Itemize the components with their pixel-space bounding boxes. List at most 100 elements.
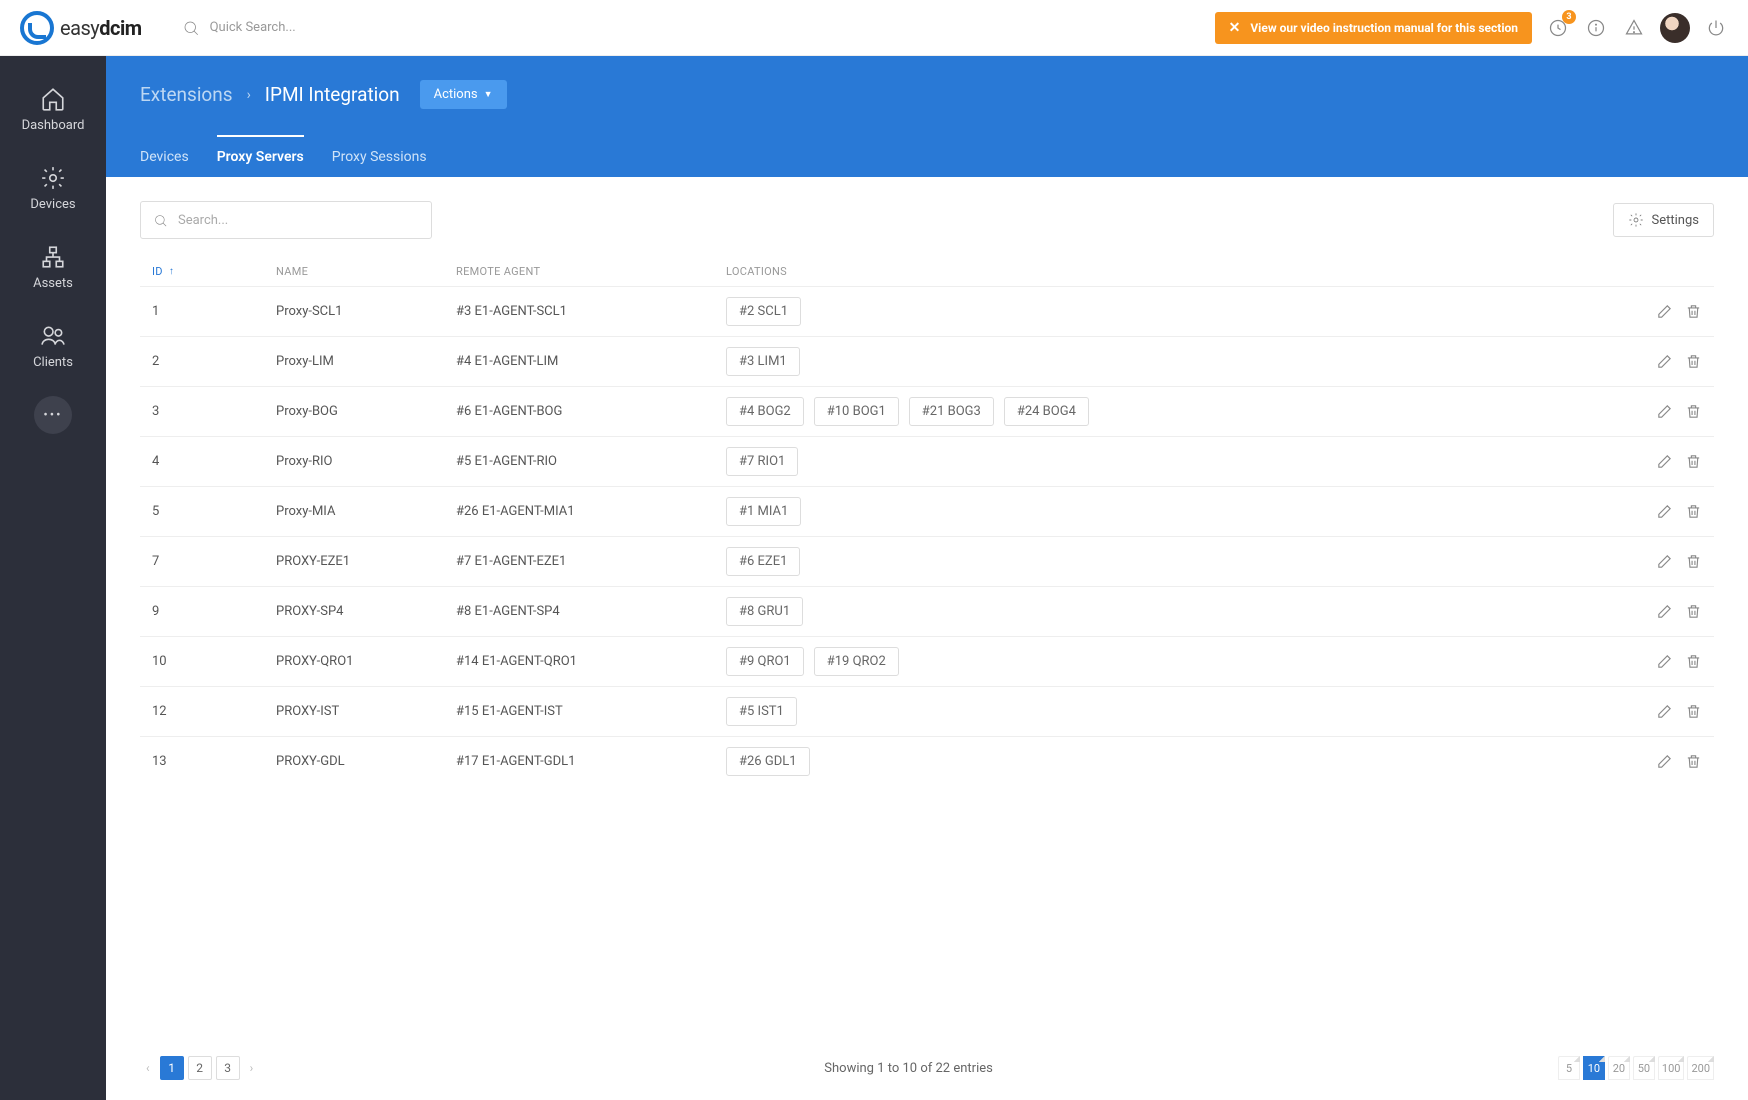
tab-proxy-sessions[interactable]: Proxy Sessions — [332, 135, 427, 177]
tab-proxy-servers[interactable]: Proxy Servers — [217, 135, 304, 177]
location-tag[interactable]: #1 MIA1 — [726, 497, 801, 526]
edit-icon[interactable] — [1656, 653, 1673, 670]
edit-icon[interactable] — [1656, 753, 1673, 770]
edit-icon[interactable] — [1656, 703, 1673, 720]
search-placeholder: Search... — [178, 213, 228, 228]
page-size-button[interactable]: 50 — [1633, 1056, 1655, 1080]
breadcrumb-extensions[interactable]: Extensions — [140, 83, 233, 106]
content: Search... Settings ID ↑ NAME REMOTE AGEN… — [106, 177, 1748, 1100]
page-header: Extensions › IPMI Integration Actions ▼ … — [106, 56, 1748, 177]
location-tag[interactable]: #21 BOG3 — [909, 397, 994, 426]
search-icon — [153, 213, 168, 228]
table-row[interactable]: 12 PROXY-IST #15 E1-AGENT-IST #5 IST1 — [140, 686, 1714, 736]
delete-icon[interactable] — [1685, 753, 1702, 770]
sidebar-item-label: Dashboard — [22, 118, 85, 133]
delete-icon[interactable] — [1685, 553, 1702, 570]
sidebar-item-label: Clients — [33, 355, 73, 370]
avatar[interactable] — [1660, 13, 1690, 43]
edit-icon[interactable] — [1656, 353, 1673, 370]
table-row[interactable]: 7 PROXY-EZE1 #7 E1-AGENT-EZE1 #6 EZE1 — [140, 536, 1714, 586]
delete-icon[interactable] — [1685, 453, 1702, 470]
delete-icon[interactable] — [1685, 403, 1702, 420]
location-tag[interactable]: #7 RIO1 — [726, 447, 798, 476]
delete-icon[interactable] — [1685, 503, 1702, 520]
notification-badge: 3 — [1562, 10, 1576, 24]
location-tag[interactable]: #8 GRU1 — [726, 597, 803, 626]
page-size-button[interactable]: 5 — [1558, 1056, 1580, 1080]
page-next[interactable]: › — [244, 1061, 260, 1075]
page-button[interactable]: 2 — [188, 1056, 212, 1080]
warning-icon[interactable] — [1622, 16, 1646, 40]
table-row[interactable]: 2 Proxy-LIM #4 E1-AGENT-LIM #3 LIM1 — [140, 336, 1714, 386]
table-row[interactable]: 5 Proxy-MIA #26 E1-AGENT-MIA1 #1 MIA1 — [140, 486, 1714, 536]
col-header-name[interactable]: NAME — [276, 265, 456, 278]
close-icon[interactable]: ✕ — [1229, 20, 1241, 36]
edit-icon[interactable] — [1656, 303, 1673, 320]
location-tag[interactable]: #6 EZE1 — [726, 547, 800, 576]
edit-icon[interactable] — [1656, 453, 1673, 470]
page-button[interactable]: 1 — [160, 1056, 184, 1080]
topbar: easydcim Quick Search... ✕ View our vide… — [0, 0, 1748, 56]
page-prev[interactable]: ‹ — [140, 1061, 156, 1075]
search-icon — [182, 19, 200, 37]
sidebar-item-clients[interactable]: Clients — [0, 309, 106, 384]
sidebar-item-devices[interactable]: Devices — [0, 151, 106, 226]
table-row[interactable]: 13 PROXY-GDL #17 E1-AGENT-GDL1 #26 GDL1 — [140, 736, 1714, 786]
sort-asc-icon: ↑ — [169, 266, 174, 277]
search-input[interactable]: Search... — [140, 201, 432, 239]
page-size-button[interactable]: 10 — [1583, 1056, 1605, 1080]
location-tag[interactable]: #19 QRO2 — [814, 647, 899, 676]
chevron-right-icon: › — [247, 87, 251, 103]
settings-button[interactable]: Settings — [1613, 203, 1714, 237]
info-icon[interactable] — [1584, 16, 1608, 40]
col-header-locations[interactable]: LOCATIONS — [726, 265, 1622, 278]
delete-icon[interactable] — [1685, 653, 1702, 670]
edit-icon[interactable] — [1656, 553, 1673, 570]
page-button[interactable]: 3 — [216, 1056, 240, 1080]
location-tag[interactable]: #26 GDL1 — [726, 747, 810, 776]
more-button[interactable]: ••• — [34, 396, 72, 434]
table-row[interactable]: 1 Proxy-SCL1 #3 E1-AGENT-SCL1 #2 SCL1 — [140, 286, 1714, 336]
delete-icon[interactable] — [1685, 303, 1702, 320]
page-size-button[interactable]: 20 — [1608, 1056, 1630, 1080]
table-row[interactable]: 3 Proxy-BOG #6 E1-AGENT-BOG #4 BOG2#10 B… — [140, 386, 1714, 436]
table-footer: ‹ 123 › Showing 1 to 10 of 22 entries 51… — [140, 1056, 1714, 1080]
gear-icon — [1628, 212, 1644, 228]
pagination: ‹ 123 › — [140, 1056, 259, 1080]
col-header-agent[interactable]: REMOTE AGENT — [456, 265, 726, 278]
location-tag[interactable]: #2 SCL1 — [726, 297, 801, 326]
location-tag[interactable]: #3 LIM1 — [726, 347, 800, 376]
power-icon[interactable] — [1704, 16, 1728, 40]
edit-icon[interactable] — [1656, 403, 1673, 420]
logo-mark-icon — [20, 11, 54, 45]
location-tag[interactable]: #10 BOG1 — [814, 397, 899, 426]
edit-icon[interactable] — [1656, 603, 1673, 620]
sidebar-item-dashboard[interactable]: Dashboard — [0, 72, 106, 147]
delete-icon[interactable] — [1685, 603, 1702, 620]
delete-icon[interactable] — [1685, 353, 1702, 370]
location-tag[interactable]: #24 BOG4 — [1004, 397, 1089, 426]
sidebar-item-assets[interactable]: Assets — [0, 230, 106, 305]
notification-icon[interactable]: 3 — [1546, 16, 1570, 40]
logo-text: easydcim — [60, 16, 142, 40]
tab-devices[interactable]: Devices — [140, 135, 189, 177]
delete-icon[interactable] — [1685, 703, 1702, 720]
edit-icon[interactable] — [1656, 503, 1673, 520]
table-row[interactable]: 10 PROXY-QRO1 #14 E1-AGENT-QRO1 #9 QRO1#… — [140, 636, 1714, 686]
page-size-button[interactable]: 100 — [1658, 1056, 1685, 1080]
col-header-id[interactable]: ID ↑ — [152, 265, 276, 278]
table-row[interactable]: 9 PROXY-SP4 #8 E1-AGENT-SP4 #8 GRU1 — [140, 586, 1714, 636]
logo[interactable]: easydcim — [20, 11, 142, 45]
page-size-button[interactable]: 200 — [1687, 1056, 1714, 1080]
network-icon — [40, 244, 66, 270]
location-tag[interactable]: #9 QRO1 — [726, 647, 804, 676]
location-tag[interactable]: #5 IST1 — [726, 697, 797, 726]
video-instruction-banner[interactable]: ✕ View our video instruction manual for … — [1215, 12, 1532, 44]
actions-button[interactable]: Actions ▼ — [420, 80, 507, 109]
table-row[interactable]: 4 Proxy-RIO #5 E1-AGENT-RIO #7 RIO1 — [140, 436, 1714, 486]
banner-text: View our video instruction manual for th… — [1250, 21, 1518, 35]
quick-search[interactable]: Quick Search... — [182, 19, 1215, 37]
main: Extensions › IPMI Integration Actions ▼ … — [106, 56, 1748, 1100]
table-header: ID ↑ NAME REMOTE AGENT LOCATIONS — [140, 257, 1714, 286]
location-tag[interactable]: #4 BOG2 — [726, 397, 804, 426]
